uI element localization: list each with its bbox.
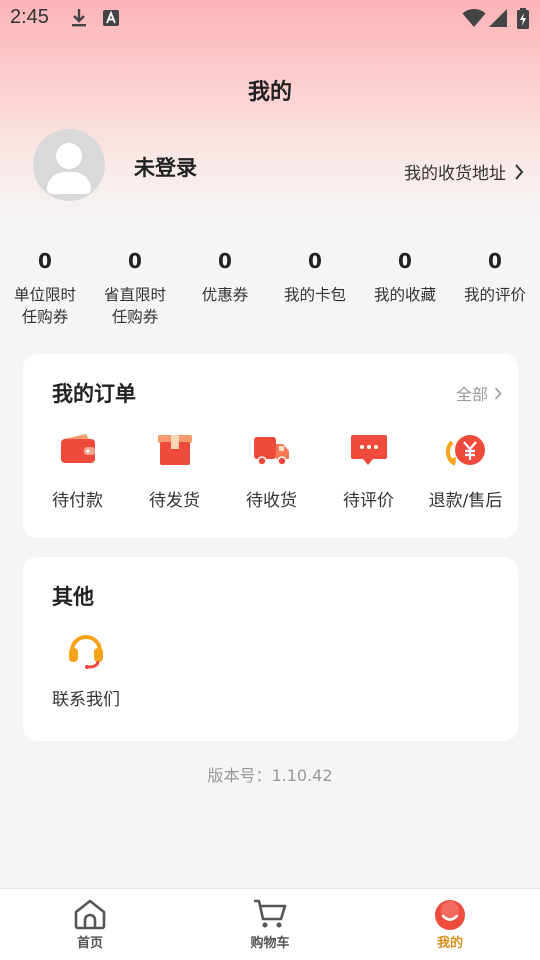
stat-value: 0: [398, 249, 412, 273]
keyboard-a-icon: [103, 10, 119, 26]
signal-icon: [489, 9, 507, 27]
download-icon: [72, 9, 86, 27]
contact-us-label: 联系我们: [52, 690, 120, 710]
home-icon: [74, 899, 106, 930]
order-pending-shipment[interactable]: 待发货: [126, 430, 223, 511]
view-all-orders-link[interactable]: 全部: [456, 381, 502, 405]
wallet-icon: [60, 434, 95, 463]
order-refund-aftersale[interactable]: 退款/售后: [417, 430, 514, 511]
order-status-row: 待付款 待发货 待收货 待评价 退款/售后: [23, 430, 518, 511]
stat-reviews[interactable]: 0 我的评价: [450, 246, 540, 328]
tab-profile[interactable]: 我的: [360, 889, 540, 960]
version-text: 版本号：1.10.42: [207, 766, 333, 785]
chat-bubble-icon: [350, 435, 387, 465]
cart-icon: [254, 899, 287, 928]
tab-label: 购物车: [250, 936, 290, 951]
headset-icon: [69, 635, 103, 669]
stat-value: 0: [128, 249, 142, 273]
stat-value: 0: [38, 249, 52, 273]
delivery-truck-icon: [253, 437, 289, 466]
stat-card-wallet[interactable]: 0 我的卡包: [270, 246, 360, 328]
address-link-label: 我的收货地址: [404, 164, 506, 184]
stat-label: 单位限时 任购券: [13, 286, 76, 326]
package-icon: [157, 435, 192, 465]
view-all-label: 全部: [455, 385, 488, 404]
orders-title: 我的订单: [52, 382, 136, 406]
profile-icon: [435, 900, 465, 930]
refund-icon: [445, 435, 485, 466]
avatar[interactable]: [33, 129, 105, 201]
chevron-right-icon: [494, 386, 502, 400]
order-pending-payment[interactable]: 待付款: [29, 430, 126, 511]
order-label: 待收货: [246, 491, 297, 511]
stat-favorites[interactable]: 0 我的收藏: [360, 246, 450, 328]
tab-label: 我的: [436, 936, 463, 951]
chevron-right-icon: [515, 163, 524, 180]
order-label: 退款/售后: [428, 491, 503, 511]
order-label: 待发货: [149, 491, 200, 511]
stat-province-coupon[interactable]: 0 省直限时 任购券: [90, 246, 180, 328]
orders-card: 我的订单 全部 待付款 待发货 待收货 待评价 退款/售后: [23, 354, 518, 538]
stat-label: 我的收藏: [373, 286, 436, 304]
battery-icon: [517, 8, 529, 29]
tab-cart[interactable]: 购物车: [180, 889, 360, 960]
order-pending-review[interactable]: 待评价: [320, 430, 417, 511]
tab-home[interactable]: 首页: [0, 889, 180, 960]
other-card: 其他 联系我们: [23, 557, 518, 741]
stats-row: 0 单位限时 任购券 0 省直限时 任购券 0 优惠券 0 我的卡包 0 我的收…: [0, 246, 540, 328]
stat-value: 0: [488, 249, 502, 273]
avatar-body-shape: [47, 172, 91, 194]
stat-value: 0: [218, 249, 232, 273]
status-bar: 2:45: [0, 0, 540, 36]
order-pending-receipt[interactable]: 待收货: [223, 430, 320, 511]
wifi-icon: [462, 9, 486, 27]
login-status[interactable]: 未登录: [134, 152, 197, 182]
address-link[interactable]: 我的收货地址: [404, 159, 524, 184]
stat-label: 优惠券: [201, 286, 249, 304]
stat-unit-coupon[interactable]: 0 单位限时 任购券: [0, 246, 90, 328]
stat-discount-coupon[interactable]: 0 优惠券: [180, 246, 270, 328]
bottom-tab-bar: 首页 购物车 我的: [0, 888, 540, 960]
stat-label: 我的卡包: [283, 286, 346, 304]
page-title: 我的: [247, 80, 292, 105]
stat-label: 我的评价: [463, 286, 526, 304]
avatar-head-shape: [56, 143, 82, 169]
stat-value: 0: [308, 249, 322, 273]
tab-label: 首页: [76, 936, 103, 951]
other-title: 其他: [52, 585, 94, 609]
stat-label: 省直限时 任购券: [103, 286, 166, 326]
contact-us-item[interactable]: 联系我们: [52, 629, 120, 710]
order-label: 待付款: [52, 491, 103, 511]
order-label: 待评价: [343, 491, 394, 511]
status-time: 2:45: [10, 6, 49, 28]
